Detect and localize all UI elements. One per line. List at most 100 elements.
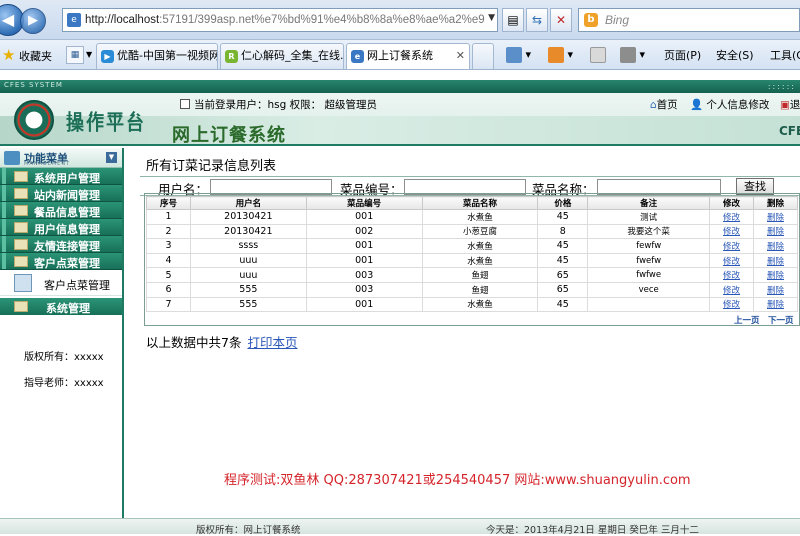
delete-link[interactable]: 删除 [753, 223, 798, 240]
cell-code: 002 [305, 223, 423, 240]
favorites-button[interactable]: 收藏夹 [19, 48, 52, 64]
browser-tab-bar: ★ 收藏夹 ▦ ▼ ▶ 优酷-中国第一视频网... R 仁心解码_全集_在线..… [0, 40, 800, 70]
col-header: 备注 [587, 196, 711, 210]
sidebar-item-links[interactable]: 友情连接管理 [0, 236, 122, 253]
printer-icon [620, 47, 636, 63]
decorative-dots: :::::: [767, 82, 796, 91]
sidebar-item-dishes[interactable]: 餐品信息管理 [0, 202, 122, 219]
tab-renxin[interactable]: R 仁心解码_全集_在线... [220, 43, 344, 69]
cell-name: 水煮鱼 [421, 238, 539, 254]
cell-name: 水煮鱼 [421, 252, 539, 269]
mail-button[interactable] [590, 47, 606, 63]
new-tab-button[interactable] [472, 43, 494, 69]
home-icon [506, 47, 522, 63]
delete-link[interactable]: 删除 [753, 267, 798, 283]
print-page-link[interactable]: 打印本页 [247, 335, 297, 350]
safety-menu[interactable]: 安全(S) [716, 47, 754, 63]
cell-note: fewfw [587, 238, 711, 254]
cell-user: ssss [189, 238, 307, 254]
cell-code: 003 [305, 267, 423, 283]
delete-link[interactable]: 删除 [753, 252, 798, 269]
favorites-star-icon[interactable]: ★ [2, 46, 15, 64]
record-summary: 以上数据中共7条 打印本页 [146, 332, 297, 351]
tab-youku[interactable]: ▶ 优酷-中国第一视频网... [96, 43, 218, 69]
url-host: http://localhost [85, 14, 160, 26]
cell-price: 8 [537, 223, 589, 240]
prev-page-link[interactable]: 上一页 [734, 314, 760, 326]
youku-icon: ▶ [101, 50, 114, 63]
cell-user: 555 [189, 281, 307, 298]
edit-link[interactable]: 修改 [709, 296, 754, 313]
sidebar-subitem-orders[interactable]: 客户点菜管理 [0, 270, 122, 296]
search-box[interactable]: b Bing [578, 8, 800, 32]
edit-link[interactable]: 修改 [709, 223, 754, 240]
page-menu[interactable]: 页面(P) [664, 47, 701, 63]
sidebar-item-orders[interactable]: 客户点菜管理 [0, 253, 122, 270]
table-row: 6 555 003 鱼翅 65 vece 修改 删除 [146, 281, 798, 298]
delete-link[interactable]: 删除 [753, 209, 798, 225]
stop-button[interactable]: ✕ [550, 8, 572, 32]
cell-price: 45 [537, 296, 589, 313]
delete-link[interactable]: 删除 [753, 281, 798, 298]
cell-price: 45 [537, 209, 589, 225]
close-tab-icon[interactable]: ✕ [456, 44, 465, 68]
forward-button[interactable]: ▶ [20, 8, 46, 34]
tools-menu[interactable]: 工具(O [770, 47, 800, 63]
cell-code: 003 [305, 281, 423, 298]
folder-icon [14, 188, 28, 199]
quick-tabs-icon[interactable]: ▦ [66, 46, 84, 64]
delete-link[interactable]: 删除 [753, 296, 798, 313]
collapse-icon[interactable]: ▼ [106, 152, 117, 163]
col-header: 菜品编号 [305, 196, 423, 210]
sidebar-subitem-label: 客户点菜管理 [44, 279, 110, 292]
url-dropdown-icon[interactable]: ▼ [488, 13, 495, 23]
cell-user: 20130421 [189, 209, 307, 225]
delete-link[interactable]: 删除 [753, 238, 798, 254]
cell-no: 5 [146, 267, 191, 283]
page-icon: e [67, 13, 81, 27]
next-page-link[interactable]: 下一页 [768, 314, 794, 326]
edit-link[interactable]: 修改 [709, 252, 754, 269]
sidebar-item-user-info[interactable]: 用户信息管理 [0, 219, 122, 236]
home-link[interactable]: ⌂首页 [650, 97, 678, 112]
col-header: 价格 [537, 196, 589, 210]
cell-price: 65 [537, 267, 589, 283]
sidebar-item-news[interactable]: 站内新闻管理 [0, 185, 122, 202]
folder-icon [14, 301, 28, 312]
logout-link[interactable]: ▣退 [780, 97, 800, 112]
sidebar-advisor: 指导老师：xxxxx [24, 378, 104, 389]
cell-note [587, 296, 711, 313]
sidebar-item-system[interactable]: 系统管理 [0, 298, 122, 315]
edit-link[interactable]: 修改 [709, 267, 754, 283]
feeds-button[interactable]: ▾ [548, 47, 573, 63]
sidebar: 功能菜单 MANAGEMENT ▼ 系统用户管理 站内新闻管理 餐品信息管理 用… [0, 148, 124, 534]
url-field[interactable]: e http://localhost:57191/399asp.net%e7%b… [62, 8, 498, 32]
tab-list-dropdown-icon[interactable]: ▼ [86, 50, 92, 59]
cell-name: 小葱豆腐 [421, 223, 539, 240]
current-user-info: 当前登录用户：hsg 权限： 超级管理员 [180, 97, 377, 112]
col-header: 删除 [753, 196, 798, 210]
edit-link[interactable]: 修改 [709, 281, 754, 298]
sidebar-item-system-users[interactable]: 系统用户管理 [0, 168, 122, 185]
compat-view-button[interactable]: ▤ [502, 8, 524, 32]
app-title: 网上订餐系统 [172, 125, 286, 146]
cell-code: 001 [305, 209, 423, 225]
print-button[interactable]: ▾ [620, 47, 645, 63]
cell-note: 我要这个菜 [587, 223, 711, 240]
tab-ordering-system[interactable]: e 网上订餐系统 ✕ [346, 43, 470, 69]
profile-link[interactable]: 👤 个人信息修改 [690, 97, 769, 112]
sidebar-subtitle: MANAGEMENT [24, 161, 71, 167]
tab-label: 网上订餐系统 [367, 49, 433, 62]
menu-icon [4, 151, 20, 165]
user-info-text: 当前登录用户：hsg 权限： 超级管理员 [194, 99, 377, 111]
cell-user: 20130421 [189, 223, 307, 240]
home-toolbar-button[interactable]: ▾ [506, 47, 531, 63]
home-icon: ⌂ [650, 99, 657, 111]
edit-link[interactable]: 修改 [709, 209, 754, 225]
refresh-button[interactable]: ⇆ [526, 8, 548, 32]
system-tag: CFES SYSTEM [4, 81, 63, 89]
sidebar-header: 功能菜单 MANAGEMENT ▼ [0, 148, 122, 168]
orders-table: 序号 用户名 菜品编号 菜品名称 价格 备注 修改 删除 1 20130421 00… [146, 196, 798, 313]
edit-link[interactable]: 修改 [709, 238, 754, 254]
col-header: 用户名 [189, 196, 307, 210]
